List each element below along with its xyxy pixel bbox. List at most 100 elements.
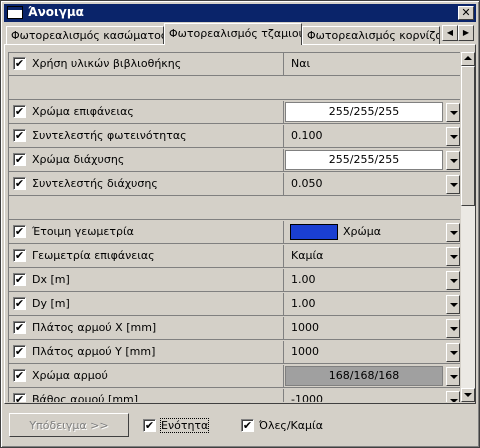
property-label: Έτοιμη γεωμετρία	[32, 225, 134, 238]
unit-checkbox-box[interactable]: ✔	[143, 419, 156, 432]
row-checkbox[interactable]: ✔	[13, 321, 26, 334]
property-row: ✔ Συντελεστής διάχυσης 0.050	[9, 173, 460, 196]
row-checkbox[interactable]: ✔	[13, 273, 26, 286]
property-row: ✔ Χρώμα επιφάνειας 255/255/255	[9, 101, 460, 124]
property-label: Χρώμα διάχυσης	[32, 153, 125, 166]
row-checkbox[interactable]: ✔	[13, 249, 26, 262]
title-bar[interactable]: Άνοιγμα ✕	[4, 4, 476, 22]
window-title: Άνοιγμα	[28, 5, 84, 19]
property-row: ✔ Χρήση υλικών βιβλιοθήκης Ναι	[9, 53, 460, 76]
property-value-field[interactable]: 255/255/255	[285, 102, 443, 122]
window-icon	[7, 6, 23, 19]
close-button[interactable]: ✕	[458, 6, 474, 20]
row-checkbox[interactable]: ✔	[13, 345, 26, 358]
dropdown-arrow-icon[interactable]	[446, 151, 460, 170]
row-checkbox[interactable]: ✔	[13, 297, 26, 310]
row-checkbox[interactable]: ✔	[13, 393, 26, 402]
tab-strip: Φωτορεαλισμός κασώματος Φωτορεαλισμός τζ…	[4, 23, 476, 45]
tab-frame-photorealism[interactable]: Φωτορεαλισμός κασώματος	[6, 26, 164, 44]
property-value[interactable]: 1.00	[291, 297, 316, 310]
dropdown-arrow-icon[interactable]	[446, 127, 460, 146]
row-checkbox[interactable]: ✔	[13, 369, 26, 382]
example-button[interactable]: Υπόδειγμα >>	[9, 413, 129, 437]
property-label: Dx [m]	[32, 273, 70, 286]
dropdown-arrow-icon[interactable]	[446, 223, 460, 242]
color-swatch	[290, 224, 338, 240]
property-value[interactable]: Καμία	[291, 249, 323, 262]
column-divider	[283, 317, 284, 340]
property-value-field[interactable]: 255/255/255	[285, 150, 443, 170]
property-label: Συντελεστής διάχυσης	[32, 177, 158, 190]
dropdown-arrow-icon[interactable]	[446, 271, 460, 290]
property-row: ✔ Χρώμα αρμού 168/168/168	[9, 365, 460, 388]
all-none-checkbox-box[interactable]: ✔	[241, 419, 254, 432]
scroll-thumb[interactable]	[461, 66, 475, 206]
scroll-up-icon[interactable]	[461, 52, 475, 66]
dropdown-arrow-icon[interactable]	[446, 343, 460, 362]
column-divider	[283, 221, 284, 244]
property-label: Συντελεστής φωτεινότητας	[32, 129, 187, 142]
column-divider	[283, 149, 284, 172]
property-value[interactable]: 1000	[291, 345, 319, 358]
property-row: ✔ Dy [m] 1.00	[9, 293, 460, 316]
group-separator	[9, 77, 460, 100]
property-row: ✔ Πλάτος αρμού X [mm] 1000	[9, 317, 460, 340]
property-value[interactable]: -1000	[291, 393, 323, 402]
dialog-window: Άνοιγμα ✕ Φωτορεαλισμός κασώματος Φωτορε…	[0, 0, 480, 448]
column-divider	[283, 293, 284, 316]
property-row: ✔ Χρώμα διάχυσης 255/255/255	[9, 149, 460, 172]
dropdown-arrow-icon[interactable]	[446, 319, 460, 338]
row-checkbox[interactable]: ✔	[13, 105, 26, 118]
property-value[interactable]: 1000	[291, 321, 319, 334]
column-divider	[283, 269, 284, 292]
row-checkbox[interactable]: ✔	[13, 177, 26, 190]
property-row: ✔ Πλάτος αρμού Y [mm] 1000	[9, 341, 460, 364]
column-divider	[283, 101, 284, 124]
dropdown-arrow-icon[interactable]	[446, 295, 460, 314]
property-row: ✔ Dx [m] 1.00	[9, 269, 460, 292]
row-checkbox[interactable]: ✔	[13, 129, 26, 142]
tab-glass-photorealism[interactable]: Φωτορεαλισμός τζαμιού	[164, 23, 302, 45]
vertical-scrollbar[interactable]	[461, 52, 475, 402]
property-row: ✔ Βάθος αρμού [mm] -1000	[9, 389, 460, 402]
property-value[interactable]: 0.100	[291, 129, 323, 142]
property-label: Dy [m]	[32, 297, 70, 310]
property-value[interactable]: 0.050	[291, 177, 323, 190]
column-divider	[283, 245, 284, 268]
tab-casing-photorealism[interactable]: Φωτορεαλισμός κορνίζας	[302, 26, 440, 44]
property-label: Πλάτος αρμού X [mm]	[32, 321, 157, 334]
dropdown-arrow-icon[interactable]	[446, 391, 460, 402]
property-value[interactable]: Ναι	[291, 57, 310, 70]
color-picker-field[interactable]: Χρώμα	[285, 222, 443, 242]
dropdown-arrow-icon[interactable]	[446, 103, 460, 122]
property-row: ✔ Συντελεστής φωτεινότητας 0.100	[9, 125, 460, 148]
row-checkbox[interactable]: ✔	[13, 57, 26, 70]
property-grid: ✔ Χρήση υλικών βιβλιοθήκης Ναι ✔ Χρώμα ε…	[8, 52, 460, 402]
column-divider	[283, 125, 284, 148]
color-label: Χρώμα	[343, 225, 381, 238]
tab-scroll-left-icon[interactable]: ◀	[442, 25, 458, 41]
column-divider	[283, 53, 284, 76]
unit-checkbox-label[interactable]: Ενότητα	[159, 418, 210, 433]
row-checkbox[interactable]: ✔	[13, 225, 26, 238]
property-row: ✔ Γεωμετρία επιφάνειας Καμία	[9, 245, 460, 268]
property-label: Γεωμετρία επιφάνειας	[32, 249, 155, 262]
dropdown-arrow-icon[interactable]	[446, 175, 460, 194]
property-label: Χρήση υλικών βιβλιοθήκης	[32, 57, 182, 70]
tab-scroll-right-icon[interactable]: ▶	[458, 25, 474, 41]
property-label: Πλάτος αρμού Y [mm]	[32, 345, 156, 358]
dropdown-arrow-icon[interactable]	[446, 367, 460, 386]
dropdown-arrow-icon[interactable]	[446, 247, 460, 266]
column-divider	[283, 365, 284, 388]
property-label: Βάθος αρμού [mm]	[32, 393, 139, 402]
column-divider	[283, 389, 284, 402]
group-separator	[9, 197, 460, 220]
property-row: ✔ Έτοιμη γεωμετρία Χρώμα	[9, 221, 460, 244]
property-value[interactable]: 1.00	[291, 273, 316, 286]
all-none-checkbox-label[interactable]: Όλες/Καμία	[259, 419, 323, 432]
property-value-field[interactable]: 168/168/168	[285, 366, 443, 386]
column-divider	[283, 341, 284, 364]
row-checkbox[interactable]: ✔	[13, 153, 26, 166]
column-divider	[283, 173, 284, 196]
scroll-down-icon[interactable]	[461, 388, 475, 402]
